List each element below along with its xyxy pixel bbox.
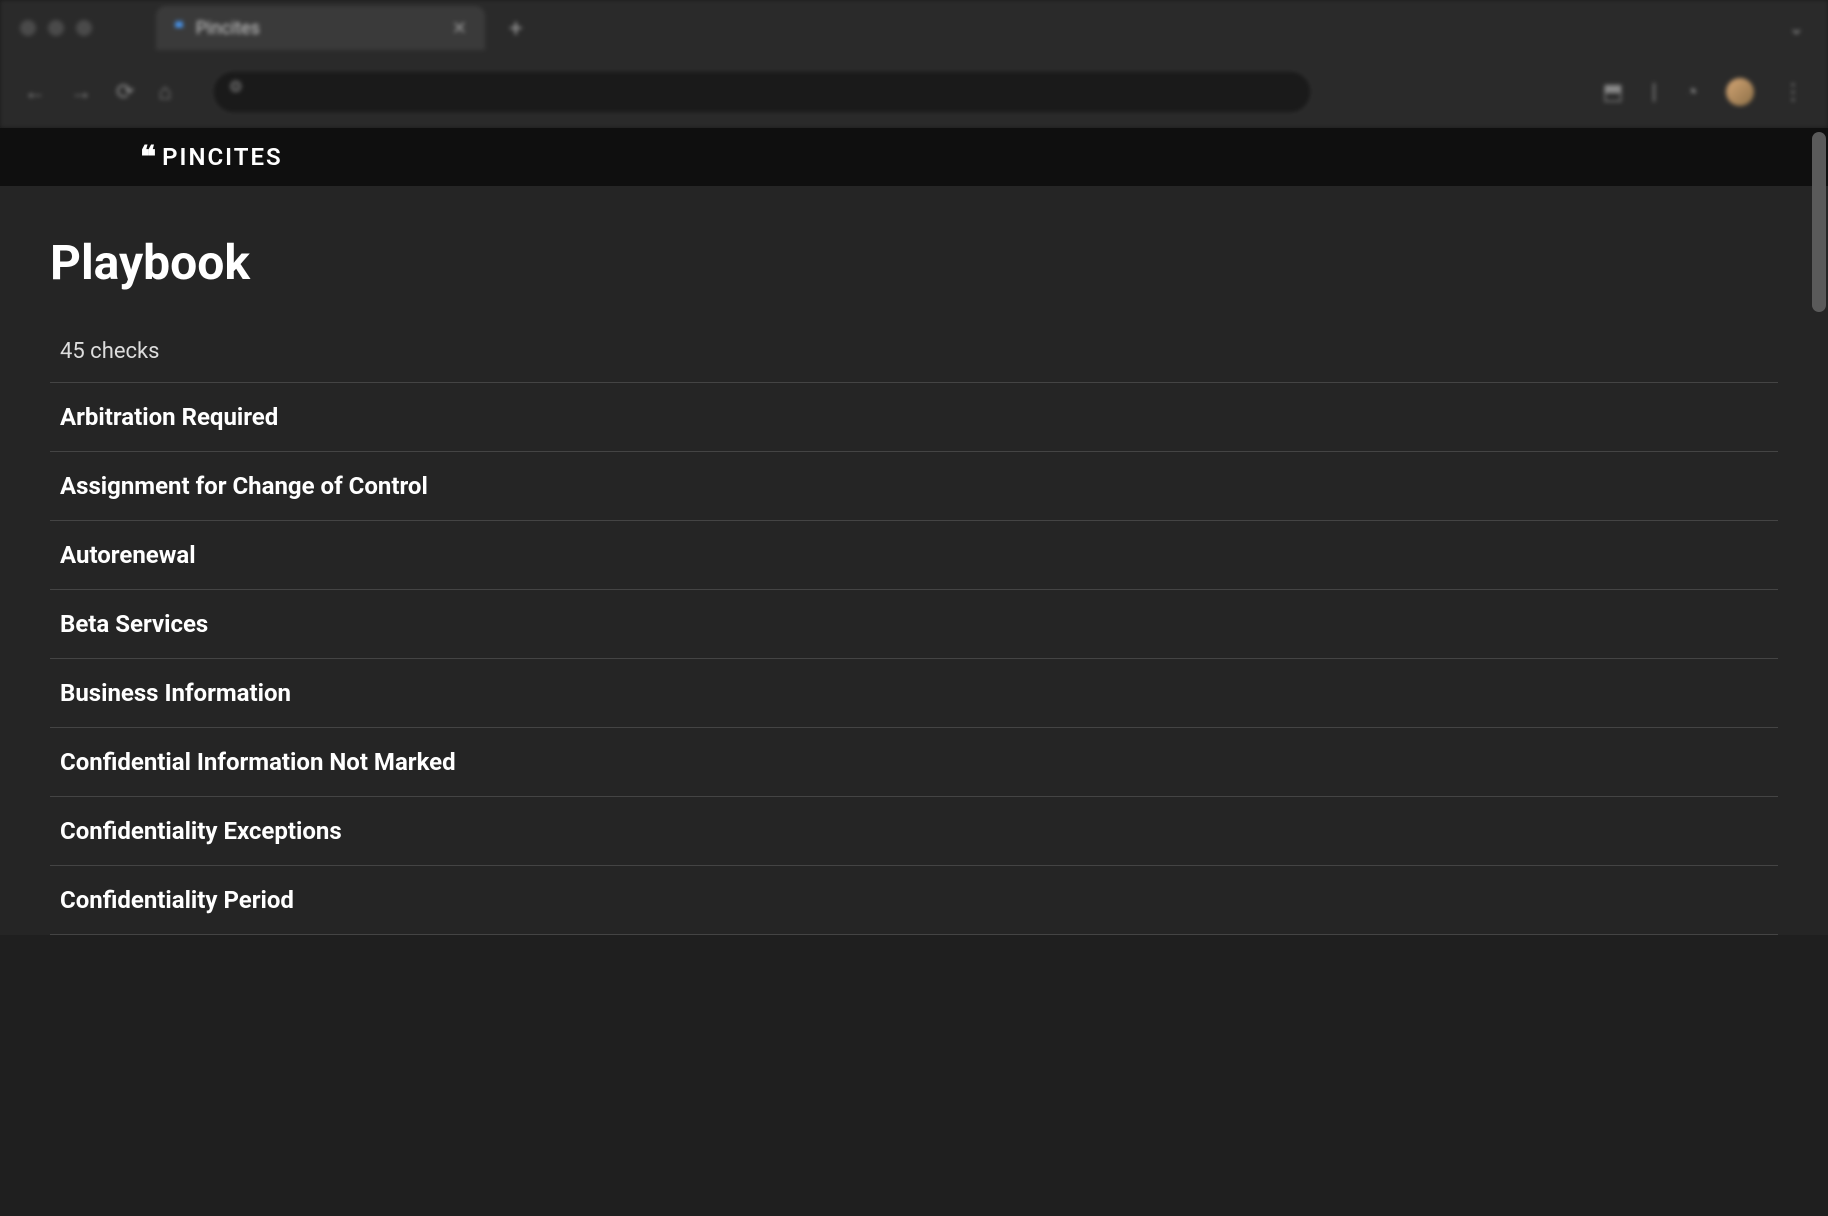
checks-list: Arbitration Required Assignment for Chan…	[50, 383, 1778, 935]
maximize-window-button[interactable]	[76, 20, 92, 36]
forward-button[interactable]: →	[70, 79, 92, 105]
close-window-button[interactable]	[20, 20, 36, 36]
reload-button[interactable]: ⟳	[116, 80, 134, 105]
brand-name: PINCITES	[162, 143, 282, 171]
app-icon[interactable]: ◔	[1685, 79, 1698, 105]
menu-icon[interactable]: ⋮	[1782, 80, 1804, 105]
site-settings-icon[interactable]: ⚙	[221, 71, 251, 101]
extensions-icon[interactable]: ⬒	[1603, 80, 1624, 105]
check-item[interactable]: Arbitration Required	[50, 383, 1778, 452]
tab-favicon-icon: ❝	[174, 18, 184, 39]
toolbar-right: ⬒ | ◔ ⋮	[1603, 78, 1804, 106]
browser-tab[interactable]: ❝ Pincites ✕	[156, 6, 485, 50]
page-title: Playbook	[50, 234, 1778, 291]
quote-icon: ❝	[140, 140, 152, 175]
tab-bar: ❝ Pincites ✕ + ⌄	[0, 0, 1828, 56]
tabs-dropdown-icon[interactable]: ⌄	[1789, 18, 1804, 39]
home-button[interactable]: ⌂	[158, 79, 171, 105]
app-header: ❝ PINCITES	[0, 128, 1828, 186]
brand-logo[interactable]: ❝ PINCITES	[140, 140, 283, 175]
back-button[interactable]: ←	[24, 79, 46, 105]
check-item[interactable]: Beta Services	[50, 590, 1778, 659]
main-content: Playbook 45 checks Arbitration Required …	[0, 186, 1828, 935]
tab-title: Pincites	[196, 18, 260, 39]
check-item[interactable]: Confidentiality Exceptions	[50, 797, 1778, 866]
browser-chrome: ❝ Pincites ✕ + ⌄ ← → ⟳ ⌂ ⚙ ⬒ | ◔ ⋮	[0, 0, 1828, 128]
check-item[interactable]: Autorenewal	[50, 521, 1778, 590]
check-item[interactable]: Assignment for Change of Control	[50, 452, 1778, 521]
check-item[interactable]: Business Information	[50, 659, 1778, 728]
nav-bar: ← → ⟳ ⌂ ⚙ ⬒ | ◔ ⋮	[0, 56, 1828, 128]
checks-count: 45 checks	[50, 339, 1778, 383]
window-controls	[20, 20, 92, 36]
app-content: ❝ PINCITES Playbook 45 checks Arbitratio…	[0, 128, 1828, 1216]
url-bar[interactable]: ⚙	[212, 70, 1312, 114]
new-tab-button[interactable]: +	[509, 14, 523, 42]
close-tab-icon[interactable]: ✕	[452, 18, 467, 39]
check-item[interactable]: Confidentiality Period	[50, 866, 1778, 935]
check-item[interactable]: Confidential Information Not Marked	[50, 728, 1778, 797]
minimize-window-button[interactable]	[48, 20, 64, 36]
divider: |	[1651, 80, 1656, 105]
scrollbar-thumb[interactable]	[1812, 132, 1826, 312]
profile-avatar[interactable]	[1726, 78, 1754, 106]
